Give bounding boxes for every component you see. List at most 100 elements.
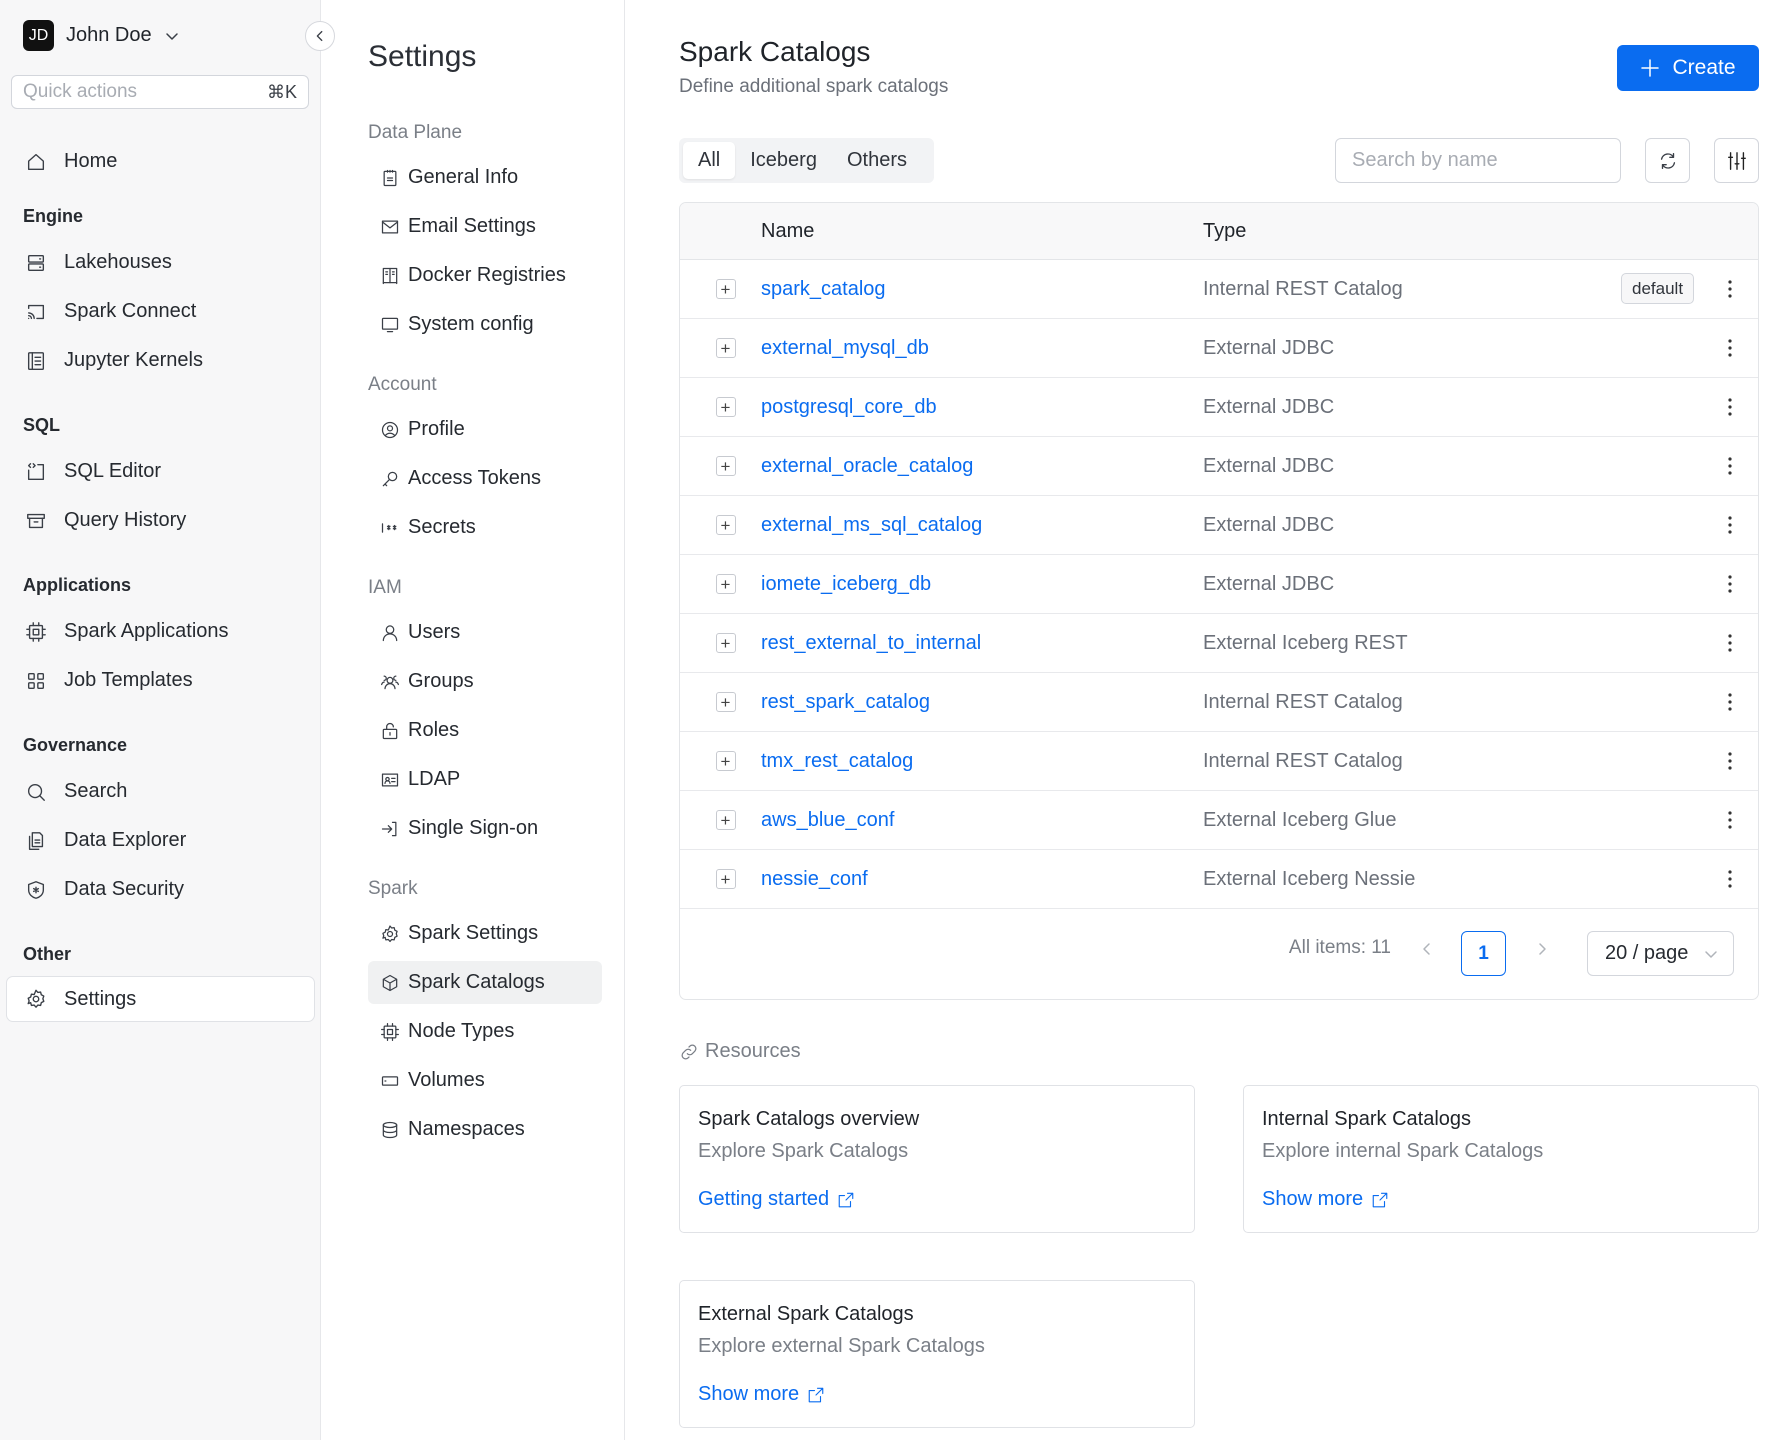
expand-cell: +	[680, 869, 761, 889]
settings-label: Roles	[408, 719, 460, 741]
settings-section-data-plane: Data Plane	[368, 122, 463, 143]
catalog-name-link[interactable]: aws_blue_conf	[761, 809, 1203, 832]
row-actions-button[interactable]	[1720, 570, 1740, 598]
settings-item-access-tokens[interactable]: Access Tokens	[368, 454, 602, 503]
collapse-sidebar-button[interactable]	[305, 21, 335, 51]
catalog-name-link[interactable]: spark_catalog	[761, 278, 1203, 301]
nav-item-spark-connect[interactable]: Spark Connect	[0, 287, 321, 336]
column-header-name[interactable]: Name	[761, 220, 1203, 243]
prev-page-button[interactable]	[1419, 937, 1435, 957]
nav-label: Lakehouses	[64, 251, 172, 273]
settings-item-general-info[interactable]: General Info	[368, 153, 602, 202]
expand-row-button[interactable]: +	[715, 810, 736, 830]
expand-row-button[interactable]: +	[715, 338, 736, 358]
row-actions-button[interactable]	[1720, 334, 1740, 362]
nav-item-data-explorer[interactable]: Data Explorer	[0, 816, 321, 865]
column-header-type[interactable]: Type	[1203, 220, 1603, 243]
external-link-icon	[1372, 1192, 1388, 1207]
expand-row-button[interactable]: +	[715, 751, 736, 771]
column-settings-button[interactable]	[1714, 138, 1759, 183]
settings-item-profile[interactable]: Profile	[368, 405, 602, 454]
catalog-name-link[interactable]: rest_spark_catalog	[761, 691, 1203, 714]
resource-card-overview: Spark Catalogs overview Explore Spark Ca…	[679, 1085, 1195, 1233]
expand-row-button[interactable]: +	[715, 692, 736, 712]
row-actions-button[interactable]	[1720, 806, 1740, 834]
row-actions-button[interactable]	[1720, 452, 1740, 480]
expand-row-button[interactable]: +	[715, 279, 736, 299]
catalog-type: External JDBC	[1203, 336, 1335, 359]
show-more-link[interactable]: Show more	[1262, 1188, 1389, 1211]
expand-row-button[interactable]: +	[715, 397, 736, 417]
nav-item-spark-applications[interactable]: Spark Applications	[0, 607, 321, 656]
catalog-name-link[interactable]: external_ms_sql_catalog	[761, 514, 1203, 537]
nav-item-job-templates[interactable]: Job Templates	[0, 656, 321, 705]
page-1-button[interactable]: 1	[1461, 931, 1506, 976]
getting-started-link[interactable]: Getting started	[698, 1188, 855, 1211]
show-more-link[interactable]: Show more	[698, 1383, 825, 1406]
user-menu[interactable]: JD John Doe	[23, 20, 180, 51]
row-actions-button[interactable]	[1720, 688, 1740, 716]
tab-others[interactable]: Others	[832, 142, 922, 179]
gear-icon	[27, 989, 45, 1008]
expand-row-button[interactable]: +	[715, 456, 736, 476]
nav-item-home[interactable]: Home	[0, 137, 321, 186]
catalog-name-link[interactable]: rest_external_to_internal	[761, 632, 1203, 655]
create-button[interactable]: Create	[1617, 45, 1759, 91]
row-actions-button[interactable]	[1720, 865, 1740, 893]
settings-item-spark-settings[interactable]: Spark Settings	[368, 909, 602, 958]
nav-item-jupyter-kernels[interactable]: Jupyter Kernels	[0, 336, 321, 385]
nav-section-sql: SQL	[23, 414, 61, 435]
nav-section-governance: Governance	[23, 734, 128, 755]
settings-item-secrets[interactable]: Secrets	[368, 503, 602, 552]
nav-item-search[interactable]: Search	[0, 767, 321, 816]
next-page-button[interactable]	[1534, 937, 1550, 957]
nav-item-settings[interactable]: Settings	[6, 976, 315, 1022]
row-actions-button[interactable]	[1720, 393, 1740, 421]
nav-item-query-history[interactable]: Query History	[0, 496, 321, 545]
settings-item-node-types[interactable]: Node Types	[368, 1007, 602, 1056]
settings-item-namespaces[interactable]: Namespaces	[368, 1105, 602, 1154]
nav-item-sql-editor[interactable]: SQL Editor	[0, 447, 321, 496]
row-actions-button[interactable]	[1720, 511, 1740, 539]
settings-item-spark-catalogs[interactable]: Spark Catalogs	[368, 961, 602, 1004]
search-input[interactable]	[1335, 138, 1621, 183]
refresh-button[interactable]	[1645, 138, 1690, 183]
row-actions-button[interactable]	[1720, 629, 1740, 657]
expand-row-button[interactable]: +	[715, 574, 736, 594]
quick-actions-input[interactable]: Quick actions ⌘K	[11, 75, 309, 109]
settings-label: Spark Catalogs	[408, 971, 545, 993]
row-actions-button[interactable]	[1720, 275, 1740, 303]
catalog-name-link[interactable]: external_mysql_db	[761, 337, 1203, 360]
tab-iceberg[interactable]: Iceberg	[735, 142, 832, 179]
settings-item-email-settings[interactable]: Email Settings	[368, 202, 602, 251]
quick-actions-placeholder: Quick actions	[23, 81, 138, 102]
expand-row-button[interactable]: +	[715, 515, 736, 535]
page-size-select[interactable]: 20 / page	[1587, 931, 1734, 976]
nav-item-data-security[interactable]: Data Security	[0, 865, 321, 914]
settings-item-groups[interactable]: Groups	[368, 657, 602, 706]
settings-item-ldap[interactable]: LDAP	[368, 755, 602, 804]
card-subtitle: Explore Spark Catalogs	[698, 1140, 909, 1162]
catalog-name-link[interactable]: external_oracle_catalog	[761, 455, 1203, 478]
settings-item-roles[interactable]: Roles	[368, 706, 602, 755]
expand-cell: +	[680, 338, 761, 358]
catalog-name-link[interactable]: iomete_iceberg_db	[761, 573, 1203, 596]
nav-section-applications: Applications	[23, 574, 132, 595]
settings-label: Secrets	[408, 516, 476, 538]
gear-icon	[382, 924, 398, 942]
settings-item-single-sign-on[interactable]: Single Sign-on	[368, 804, 602, 853]
row-actions-button[interactable]	[1720, 747, 1740, 775]
expand-row-button[interactable]: +	[715, 633, 736, 653]
nav-item-lakehouses[interactable]: Lakehouses	[0, 238, 321, 287]
settings-item-volumes[interactable]: Volumes	[368, 1056, 602, 1105]
table-row: + external_oracle_catalog External JDBC	[680, 437, 1758, 496]
settings-item-docker-registries[interactable]: Docker Registries	[368, 251, 602, 300]
nav-label: Query History	[64, 509, 187, 531]
catalog-name-link[interactable]: nessie_conf	[761, 868, 1203, 891]
catalog-name-link[interactable]: postgresql_core_db	[761, 396, 1203, 419]
tab-all[interactable]: All	[683, 142, 736, 179]
settings-item-users[interactable]: Users	[368, 608, 602, 657]
expand-row-button[interactable]: +	[715, 869, 736, 889]
settings-item-system-config[interactable]: System config	[368, 300, 602, 349]
catalog-name-link[interactable]: tmx_rest_catalog	[761, 750, 1203, 773]
